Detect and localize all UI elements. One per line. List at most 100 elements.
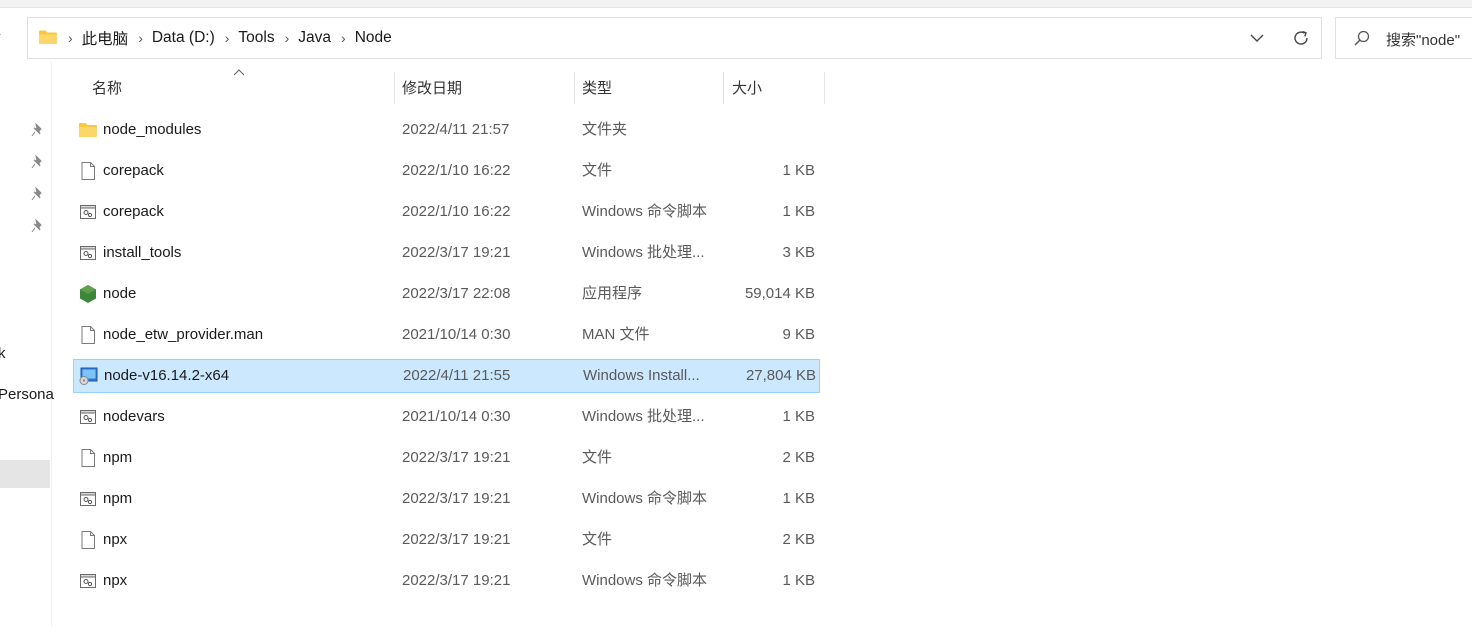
file-name: corepack [103, 162, 164, 179]
file-name: node-v16.14.2-x64 [104, 367, 230, 384]
folder-icon [39, 30, 57, 44]
column-header-size[interactable]: 大小 [732, 70, 822, 104]
file-size: 3 KB [782, 244, 815, 261]
file-icon [78, 325, 98, 345]
file-size: 59,014 KB [744, 285, 815, 302]
file-modified-date: 2022/3/17 19:21 [402, 572, 511, 589]
file-modified-date: 2021/10/14 0:30 [402, 408, 511, 425]
script-icon [78, 571, 98, 591]
breadcrumb-item[interactable]: Data (D:) [152, 29, 215, 47]
address-bar[interactable]: › 此电脑 › Data (D:) › Tools › Java › Node [27, 17, 1322, 59]
chevron-down-icon[interactable] [1248, 30, 1266, 46]
file-name: npm [103, 449, 133, 466]
file-type: Windows 批处理... [582, 244, 705, 261]
file-size: 9 KB [782, 326, 815, 343]
column-divider[interactable] [723, 72, 724, 104]
navigation-pane [0, 62, 52, 627]
file-size: 1 KB [782, 203, 815, 220]
file-name: install_tools [103, 244, 182, 261]
file-type: Windows Install... [583, 367, 700, 384]
file-type: 文件夹 [582, 121, 628, 138]
file-size: 1 KB [782, 490, 815, 507]
file-modified-date: 2022/4/11 21:55 [403, 367, 511, 384]
refresh-icon[interactable] [1291, 28, 1311, 48]
pin-icon[interactable] [31, 187, 45, 201]
column-header-name[interactable]: 名称 [92, 70, 392, 104]
file-row[interactable]: npx 2022/3/17 19:21 Windows 命令脚本 1 KB [73, 564, 820, 598]
file-name: nodevars [103, 408, 165, 425]
file-type: 应用程序 [582, 285, 643, 302]
chevron-right-icon[interactable]: › [68, 30, 73, 46]
file-size: 2 KB [782, 531, 815, 548]
nav-item-personal[interactable]: Persona [0, 386, 54, 403]
breadcrumb-item[interactable]: Java [298, 29, 331, 47]
breadcrumb-item[interactable]: Tools [238, 29, 274, 47]
file-size: 1 KB [782, 162, 815, 179]
search-input[interactable]: 搜索"node" [1335, 17, 1472, 59]
folder-icon [78, 120, 98, 140]
pin-icon[interactable] [31, 155, 45, 169]
nav-item-selected[interactable] [0, 460, 50, 488]
file-type: Windows 命令脚本 [582, 203, 708, 220]
script-icon [78, 407, 98, 427]
column-header-date[interactable]: 修改日期 [402, 70, 572, 104]
chevron-right-icon[interactable]: › [138, 30, 143, 46]
up-arrow-icon[interactable]: ↑ [0, 26, 3, 47]
file-modified-date: 2022/4/11 21:57 [402, 121, 510, 138]
file-row[interactable]: npm 2022/3/17 19:21 Windows 命令脚本 1 KB [73, 482, 820, 516]
file-row[interactable]: nodevars 2021/10/14 0:30 Windows 批处理... 1 K… [73, 400, 820, 434]
pin-icon[interactable] [31, 219, 45, 233]
file-size: 1 KB [782, 572, 815, 589]
chevron-right-icon[interactable]: › [225, 30, 230, 46]
file-name: npx [103, 572, 128, 589]
column-divider[interactable] [824, 72, 825, 104]
search-icon [1354, 30, 1370, 46]
script-icon [78, 243, 98, 263]
breadcrumb-item[interactable]: 此电脑 [82, 27, 129, 49]
file-row[interactable]: node_modules 2022/4/11 21:57 文件夹 [73, 113, 820, 147]
file-modified-date: 2022/1/10 16:22 [402, 162, 511, 179]
file-name: node [103, 285, 137, 302]
file-size: 2 KB [782, 449, 815, 466]
breadcrumb-item[interactable]: Node [355, 29, 392, 47]
file-row[interactable]: node 2022/3/17 22:08 应用程序 59,014 KB [73, 277, 820, 311]
file-row[interactable]: corepack 2022/1/10 16:22 文件 1 KB [73, 154, 820, 188]
file-modified-date: 2022/1/10 16:22 [402, 203, 511, 220]
script-icon [78, 489, 98, 509]
file-modified-date: 2021/10/14 0:30 [402, 326, 511, 343]
file-modified-date: 2022/3/17 19:21 [402, 449, 511, 466]
file-size: 1 KB [782, 408, 815, 425]
breadcrumb: › 此电脑 › Data (D:) › Tools › Java › Node [68, 18, 392, 58]
column-header-type[interactable]: 类型 [582, 70, 722, 104]
file-row[interactable]: corepack 2022/1/10 16:22 Windows 命令脚本 1 KB [73, 195, 820, 229]
file-icon [78, 161, 98, 181]
column-divider[interactable] [394, 72, 395, 104]
search-placeholder: 搜索"node" [1386, 32, 1461, 49]
nodejs-icon [78, 284, 98, 304]
file-name: npm [103, 490, 133, 507]
file-type: MAN 文件 [582, 326, 650, 343]
file-icon [78, 530, 98, 550]
file-modified-date: 2022/3/17 19:21 [402, 531, 511, 548]
file-type: Windows 命令脚本 [582, 490, 708, 507]
file-modified-date: 2022/3/17 19:21 [402, 490, 511, 507]
nav-divider [51, 62, 52, 627]
nav-item-fragment[interactable]: k [0, 345, 6, 362]
column-divider[interactable] [574, 72, 575, 104]
file-type: Windows 命令脚本 [582, 572, 708, 589]
window-top-strip [0, 0, 1472, 8]
file-size: 27,804 KB [745, 367, 816, 384]
file-row[interactable]: node_etw_provider.man 2021/10/14 0:30 MAN … [73, 318, 820, 352]
file-row[interactable]: npm 2022/3/17 19:21 文件 2 KB [73, 441, 820, 475]
file-size [723, 113, 815, 147]
file-row[interactable]: install_tools 2022/3/17 19:21 Windows 批处理.… [73, 236, 820, 270]
file-name: npx [103, 531, 128, 548]
chevron-right-icon[interactable]: › [285, 30, 290, 46]
file-row[interactable]: node-v16.14.2-x64 2022/4/11 21:55 Windows … [73, 359, 820, 393]
chevron-right-icon[interactable]: › [341, 30, 346, 46]
file-modified-date: 2022/3/17 19:21 [402, 244, 511, 261]
pin-icon[interactable] [31, 123, 45, 137]
file-name: node_modules [103, 121, 202, 138]
file-type: 文件 [582, 449, 613, 466]
file-row[interactable]: npx 2022/3/17 19:21 文件 2 KB [73, 523, 820, 557]
